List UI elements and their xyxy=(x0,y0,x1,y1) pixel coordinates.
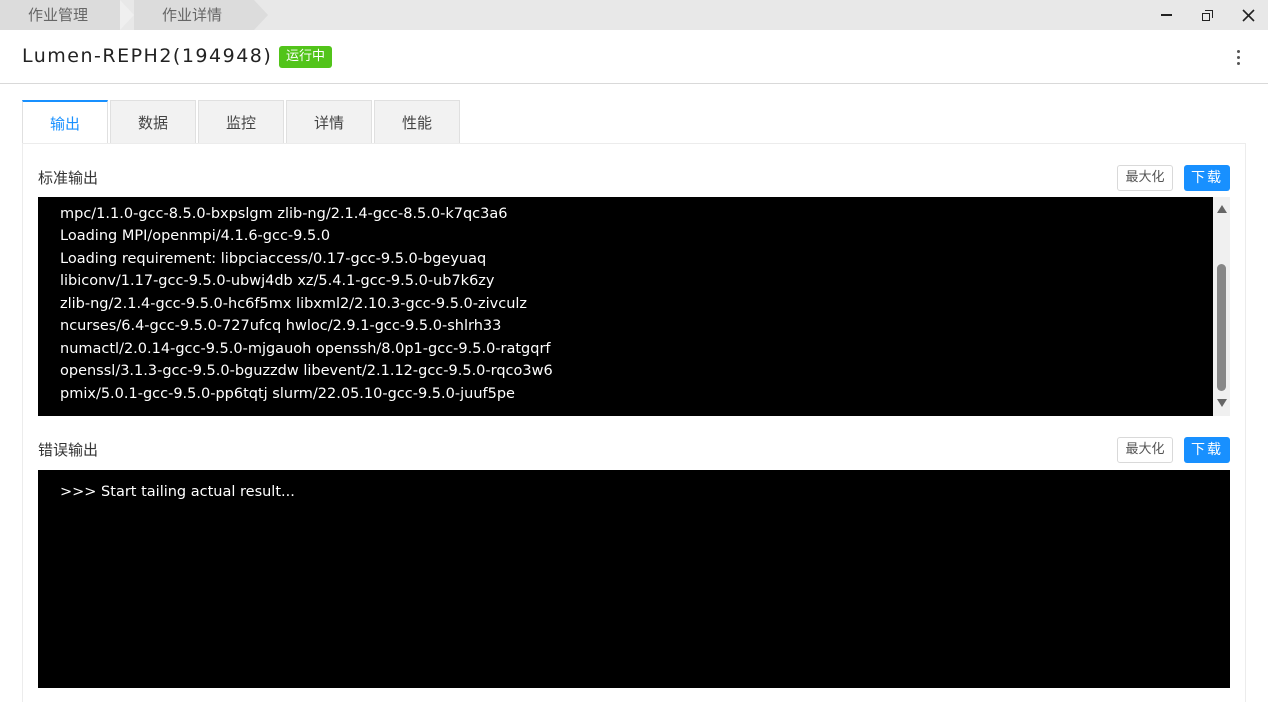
minimize-icon xyxy=(1160,14,1172,16)
stdout-download-button[interactable]: 下载 xyxy=(1184,165,1230,191)
close-button[interactable] xyxy=(1228,0,1268,30)
restore-icon xyxy=(1201,9,1213,21)
tab-output[interactable]: 输出 xyxy=(22,100,108,144)
console-line: numactl/2.0.14-gcc-9.5.0-mjgauoh openssh… xyxy=(60,341,551,357)
scrollbar-thumb[interactable] xyxy=(1217,264,1226,391)
console-line: Loading requirement: libpciaccess/0.17-g… xyxy=(60,251,487,267)
stdout-scrollbar[interactable] xyxy=(1213,197,1230,416)
console-line: zlib-ng/2.1.4-gcc-9.5.0-hc6f5mx libxml2/… xyxy=(60,296,528,312)
stdout-maximize-button[interactable]: 最大化 xyxy=(1117,165,1173,191)
console-line: pmix/5.0.1-gcc-9.5.0-pp6tqtj slurm/22.05… xyxy=(60,386,515,402)
close-icon xyxy=(1241,8,1255,22)
breadcrumb-item-job-management[interactable]: 作业管理 xyxy=(0,0,120,30)
minimize-button[interactable] xyxy=(1146,0,1186,30)
stderr-console[interactable]: >>> Start tailing actual result... xyxy=(38,470,1230,688)
console-line: mpc/1.1.0-gcc-8.5.0-bxpslgm zlib-ng/2.1.… xyxy=(60,206,508,222)
stdout-console[interactable]: mpc/1.1.0-gcc-8.5.0-bxpslgm zlib-ng/2.1.… xyxy=(38,197,1213,416)
stderr-download-button[interactable]: 下载 xyxy=(1184,437,1230,463)
tab-data[interactable]: 数据 xyxy=(110,100,196,143)
console-line: ncurses/6.4-gcc-9.5.0-727ufcq hwloc/2.9.… xyxy=(60,318,502,334)
more-vertical-icon-dot xyxy=(1236,61,1240,65)
console-line: Loading MPI/openmpi/4.1.6-gcc-9.5.0 xyxy=(60,228,331,244)
more-menu-button[interactable] xyxy=(1228,46,1248,68)
job-header: Lumen-REPH2(194948) 运行中 xyxy=(0,30,1268,84)
breadcrumb-item-job-detail[interactable]: 作业详情 xyxy=(134,0,254,30)
scroll-up-arrow-icon[interactable] xyxy=(1217,205,1227,213)
breadcrumb-arrow xyxy=(254,0,268,30)
stderr-maximize-button[interactable]: 最大化 xyxy=(1117,437,1173,463)
tab-details[interactable]: 详情 xyxy=(286,100,372,143)
tab-performance[interactable]: 性能 xyxy=(374,100,460,143)
stderr-title: 错误输出 xyxy=(38,441,99,459)
console-line: libiconv/1.17-gcc-9.5.0-ubwj4db xz/5.4.1… xyxy=(60,273,495,289)
status-badge: 运行中 xyxy=(279,46,333,68)
console-line: openssl/3.1.3-gcc-9.5.0-bguzzdw libevent… xyxy=(60,363,553,379)
more-vertical-icon-dot xyxy=(1236,55,1240,59)
job-title: Lumen-REPH2(194948) xyxy=(22,45,273,67)
stdout-title: 标准输出 xyxy=(38,169,99,187)
title-bar: 作业管理 作业详情 xyxy=(0,0,1268,30)
tab-monitor[interactable]: 监控 xyxy=(198,100,284,143)
more-vertical-icon xyxy=(1236,49,1240,53)
restore-button[interactable] xyxy=(1187,0,1227,30)
scroll-down-arrow-icon[interactable] xyxy=(1217,399,1227,407)
console-line: >>> Start tailing actual result... xyxy=(60,484,295,500)
breadcrumb-separator xyxy=(120,0,134,30)
